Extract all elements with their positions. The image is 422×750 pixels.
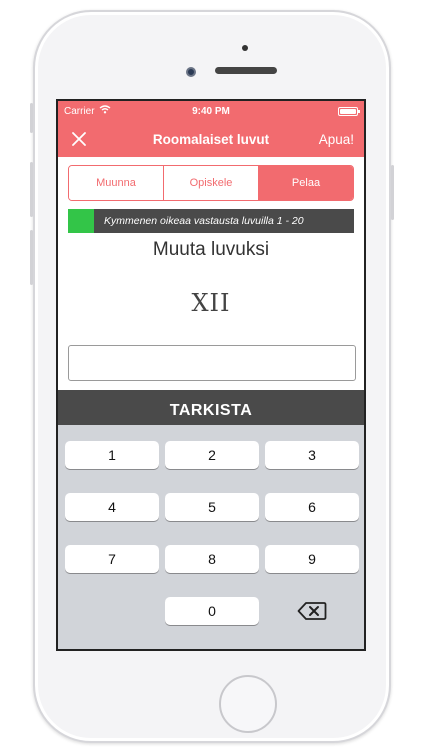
progress-fill bbox=[68, 209, 94, 233]
key-1[interactable]: 1 bbox=[65, 441, 159, 469]
key-4[interactable]: 4 bbox=[65, 493, 159, 521]
numeric-keypad: 1 2 3 4 5 6 7 8 9 0 bbox=[58, 425, 364, 649]
backspace-icon[interactable] bbox=[265, 597, 359, 625]
battery-icon bbox=[338, 106, 360, 116]
answer-input[interactable] bbox=[68, 345, 356, 381]
carrier-label: Carrier bbox=[64, 105, 95, 117]
roman-numeral: XII bbox=[191, 289, 231, 317]
tab-muunna[interactable]: Muunna bbox=[69, 166, 164, 200]
key-3[interactable]: 3 bbox=[265, 441, 359, 469]
tab-pelaa[interactable]: Pelaa bbox=[259, 166, 353, 200]
key-2[interactable]: 2 bbox=[165, 441, 259, 469]
power-button bbox=[391, 165, 394, 220]
status-bar: Carrier 9:40 PM bbox=[58, 101, 364, 121]
key-7[interactable]: 7 bbox=[65, 545, 159, 573]
question-prompt: Muuta luvuksi bbox=[152, 239, 270, 260]
tab-opiskele[interactable]: Opiskele bbox=[164, 166, 259, 200]
status-left: Carrier bbox=[64, 105, 111, 117]
navigation-bar: Roomalaiset luvut Apua! bbox=[58, 121, 364, 157]
key-0[interactable]: 0 bbox=[165, 597, 259, 625]
front-camera bbox=[186, 67, 196, 77]
volume-down-button bbox=[30, 230, 33, 285]
wifi-icon bbox=[99, 105, 111, 117]
mode-segmented-control: Muunna Opiskele Pelaa bbox=[68, 165, 354, 201]
volume-up-button bbox=[30, 162, 33, 217]
key-6[interactable]: 6 bbox=[265, 493, 359, 521]
key-8[interactable]: 8 bbox=[165, 545, 259, 573]
progress-text: Kymmenen oikeaa vastausta luvuilla 1 - 2… bbox=[104, 215, 304, 227]
earpiece-speaker bbox=[215, 67, 277, 74]
sensor-dot bbox=[242, 45, 248, 51]
mute-switch bbox=[30, 103, 33, 133]
key-5[interactable]: 5 bbox=[165, 493, 259, 521]
progress-bar: Kymmenen oikeaa vastausta luvuilla 1 - 2… bbox=[68, 209, 354, 233]
app-screen: Carrier 9:40 PM Roomalaiset luvut Apua! … bbox=[56, 99, 366, 651]
home-button[interactable] bbox=[219, 675, 277, 733]
close-icon[interactable] bbox=[68, 128, 90, 150]
key-9[interactable]: 9 bbox=[265, 545, 359, 573]
help-button[interactable]: Apua! bbox=[319, 132, 354, 147]
